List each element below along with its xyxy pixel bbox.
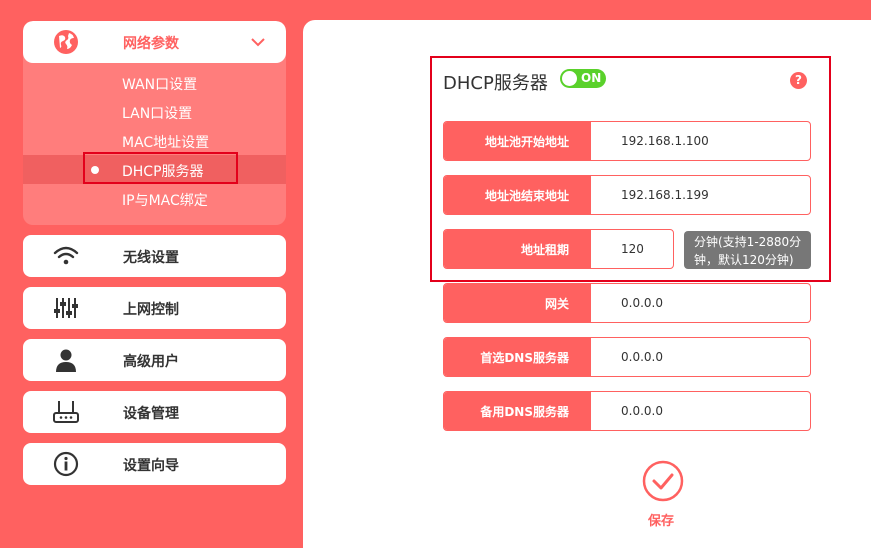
lease-note-line: 钟，默认120分钟) xyxy=(694,253,794,267)
sidebar-item-lan[interactable]: LAN口设置 xyxy=(23,97,286,126)
network-params-header[interactable]: 网络参数 xyxy=(23,21,286,63)
sidebar-item-label: MAC地址设置 xyxy=(122,135,210,151)
router-icon xyxy=(53,401,79,423)
pool-start-input[interactable] xyxy=(591,122,810,160)
save-button[interactable]: 保存 xyxy=(641,460,685,529)
sidebar-item-label: LAN口设置 xyxy=(122,106,193,122)
wifi-icon xyxy=(53,246,79,265)
field-label: 地址池开始地址 xyxy=(444,122,591,160)
field-label: 首选DNS服务器 xyxy=(444,338,591,376)
nav-label: 设置向导 xyxy=(123,458,179,474)
lease-row: 地址租期 xyxy=(443,229,674,269)
sidebar-item-dhcp[interactable]: DHCP服务器 xyxy=(23,155,286,184)
field-label: 备用DNS服务器 xyxy=(444,392,591,430)
pool-end-input[interactable] xyxy=(591,176,810,214)
lease-note: 分钟(支持1-2880分 钟，默认120分钟) xyxy=(684,231,811,269)
field-label: 地址租期 xyxy=(444,230,591,268)
check-circle-icon xyxy=(642,460,684,502)
nav-label: 设备管理 xyxy=(123,406,179,422)
pool-start-row: 地址池开始地址 xyxy=(443,121,811,161)
toggle-knob xyxy=(562,71,577,86)
sidebar-item-label: WAN口设置 xyxy=(122,77,198,93)
primary-dns-input[interactable] xyxy=(591,338,810,376)
network-params-label: 网络参数 xyxy=(123,36,179,52)
nav-label: 高级用户 xyxy=(123,354,179,370)
gateway-row: 网关 xyxy=(443,283,811,323)
dhcp-toggle[interactable]: ON xyxy=(560,69,606,88)
nav-advanced-user[interactable]: 高级用户 xyxy=(23,339,286,381)
sidebar-item-mac[interactable]: MAC地址设置 xyxy=(23,126,286,155)
nav-setup-wizard[interactable]: 设置向导 xyxy=(23,443,286,485)
secondary-dns-row: 备用DNS服务器 xyxy=(443,391,811,431)
sidebar-item-ip-mac-binding[interactable]: IP与MAC绑定 xyxy=(23,184,286,213)
field-label: 地址池结束地址 xyxy=(444,176,591,214)
save-label: 保存 xyxy=(648,514,675,529)
chevron-down-icon[interactable] xyxy=(250,36,266,48)
lease-input[interactable] xyxy=(591,230,673,268)
globe-icon xyxy=(54,30,78,54)
dhcp-title: DHCP服务器 xyxy=(443,73,548,94)
lease-note-line: 分钟(支持1-2880分 xyxy=(694,235,802,249)
sidebar-item-label: DHCP服务器 xyxy=(122,164,204,180)
pool-end-row: 地址池结束地址 xyxy=(443,175,811,215)
network-params-group: 网络参数 WAN口设置 LAN口设置 MAC地址设置 DHCP服务器 IP与MA… xyxy=(23,21,286,225)
primary-dns-row: 首选DNS服务器 xyxy=(443,337,811,377)
user-icon xyxy=(56,349,76,372)
gateway-input[interactable] xyxy=(591,284,810,322)
nav-internet-control[interactable]: 上网控制 xyxy=(23,287,286,329)
sidebar-item-label: IP与MAC绑定 xyxy=(122,193,208,209)
nav-label: 无线设置 xyxy=(123,250,179,266)
info-icon xyxy=(53,451,79,477)
field-label: 网关 xyxy=(444,284,591,322)
active-dot xyxy=(91,166,99,174)
secondary-dns-input[interactable] xyxy=(591,392,810,430)
nav-device-management[interactable]: 设备管理 xyxy=(23,391,286,433)
sidebar-item-wan[interactable]: WAN口设置 xyxy=(23,68,286,97)
nav-wireless-settings[interactable]: 无线设置 xyxy=(23,235,286,277)
toggle-state: ON xyxy=(581,71,602,85)
nav-label: 上网控制 xyxy=(123,302,179,318)
help-icon[interactable]: ? xyxy=(790,72,807,89)
sliders-icon xyxy=(54,298,78,318)
